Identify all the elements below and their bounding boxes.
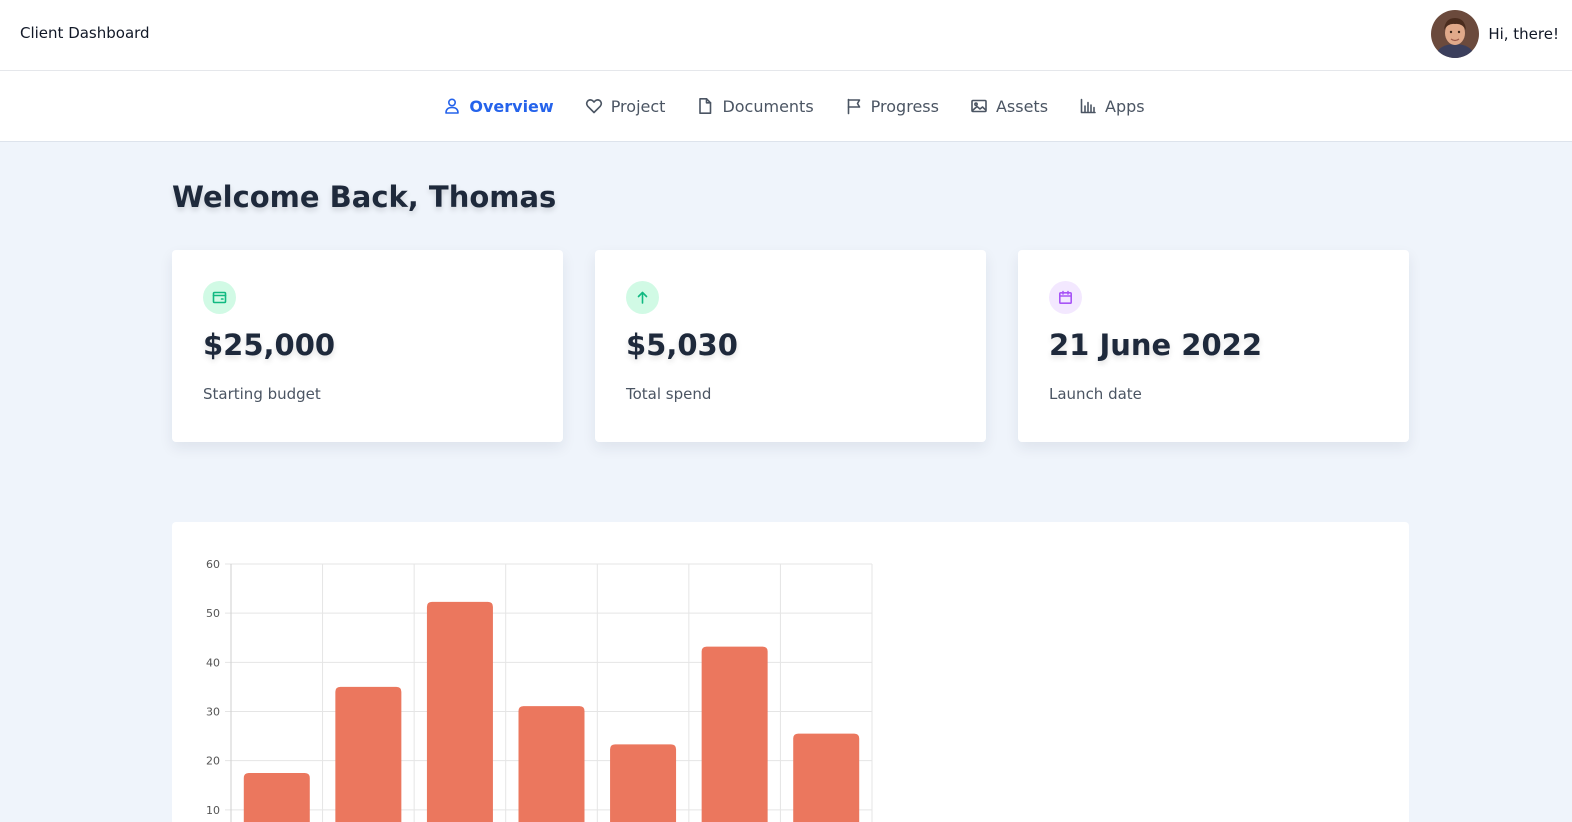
spend-value: $5,030 <box>626 328 738 362</box>
nav-project-label: Project <box>610 96 666 116</box>
nav-apps[interactable]: Apps <box>1079 97 1145 116</box>
chart-bar <box>243 772 310 822</box>
launch-icon-badge <box>1049 281 1082 314</box>
chart-bar <box>335 686 402 822</box>
image-icon <box>971 99 987 113</box>
nav-overview[interactable]: Overview <box>443 96 554 116</box>
y-tick-label: 20 <box>206 755 220 768</box>
nav-apps-label: Apps <box>1105 96 1145 116</box>
document-icon <box>699 98 712 114</box>
nav-progress-label: Progress <box>870 96 939 116</box>
user-icon <box>445 98 460 114</box>
nav-documents[interactable]: Documents <box>696 96 814 116</box>
chart-bar <box>793 733 860 822</box>
spend-icon-badge <box>626 281 659 314</box>
chart-card: 10 20 30 40 50 60 <box>172 522 1409 822</box>
nav-assets-label: Assets <box>995 96 1049 116</box>
y-tick-label: 30 <box>206 705 220 718</box>
arrow-up-icon <box>637 291 648 304</box>
main-nav: Overview Project Documents Progress Asse… <box>0 71 1572 142</box>
avatar[interactable] <box>1431 10 1480 58</box>
launch-card: 21 June 2022 Launch date <box>1018 250 1409 442</box>
launch-label: Launch date <box>1049 385 1142 403</box>
y-tick-label: 60 <box>206 558 220 571</box>
spend-label: Total spend <box>626 385 712 403</box>
budget-card: $25,000 Starting budget <box>172 250 563 442</box>
top-bar: Client Dashboard Hi, there! <box>0 0 1572 71</box>
nav-assets[interactable]: Assets <box>970 97 1048 116</box>
nav-project[interactable]: Project <box>585 96 666 116</box>
calendar-icon <box>1058 290 1072 304</box>
chart-bar <box>518 706 585 822</box>
budget-icon-badge <box>203 281 236 314</box>
launch-value: 21 June 2022 <box>1049 328 1263 362</box>
chart-bar <box>426 601 493 822</box>
heart-icon <box>585 99 602 114</box>
budget-label: Starting budget <box>203 385 321 403</box>
y-tick-label: 40 <box>206 656 220 669</box>
nav-progress[interactable]: Progress <box>845 97 939 116</box>
y-tick-label: 10 <box>206 804 220 817</box>
greeting-text: Hi, there! <box>1488 25 1559 43</box>
budget-value: $25,000 <box>203 328 336 362</box>
nav-overview-label: Overview <box>469 96 554 116</box>
user-menu[interactable]: Hi, there! <box>1431 10 1559 58</box>
bar-chart-icon <box>1080 98 1096 114</box>
nav-documents-label: Documents <box>722 96 814 116</box>
chart-bar <box>610 744 677 822</box>
app-title[interactable]: Client Dashboard <box>20 24 150 42</box>
flag-icon <box>847 98 860 115</box>
spend-card: $5,030 Total spend <box>595 250 986 442</box>
chart-bar <box>701 646 768 822</box>
page-title: Welcome Back, Thomas <box>172 180 557 214</box>
wallet-icon <box>212 291 227 304</box>
y-tick-label: 50 <box>206 607 220 620</box>
bar-chart: 10 20 30 40 50 60 <box>206 558 873 822</box>
